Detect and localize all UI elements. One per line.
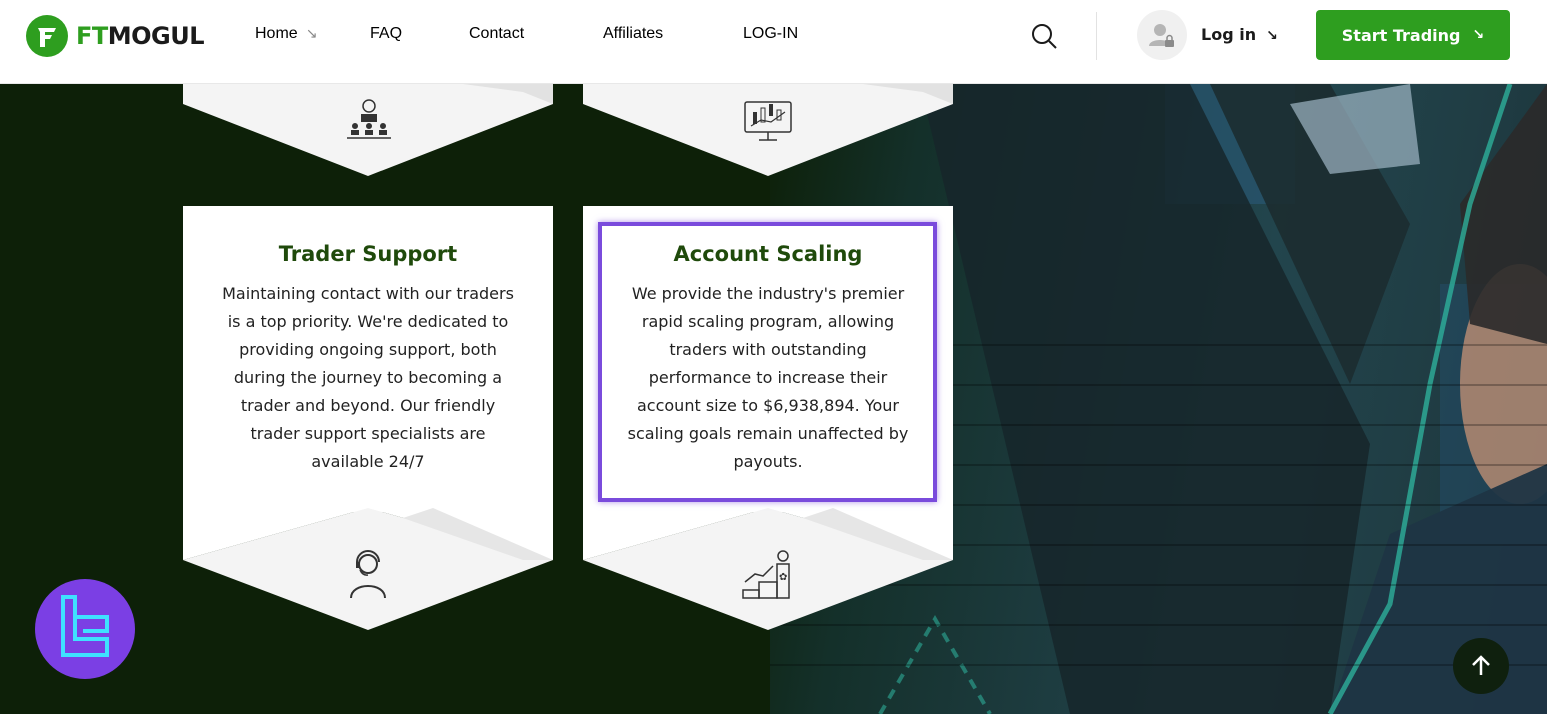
arrow-up-icon bbox=[1472, 655, 1490, 675]
card-top-left-partial bbox=[183, 84, 553, 181]
logo-mogul-text: MOGUL bbox=[107, 22, 205, 50]
audience-presenter-icon bbox=[345, 96, 393, 149]
svg-text:✿: ✿ bbox=[779, 572, 787, 583]
card-body-line: available 24/7 bbox=[311, 452, 425, 471]
trading-monitor-icon bbox=[741, 94, 795, 153]
card-title: Trader Support bbox=[278, 242, 458, 266]
headset-user-icon bbox=[343, 548, 393, 605]
logo-wordmark: FTMOGUL bbox=[76, 22, 205, 50]
logo-ft-text: FT bbox=[76, 22, 108, 50]
arrow-down-right-icon: ↘ bbox=[1266, 28, 1278, 44]
card-body: Maintaining contact with our traders is … bbox=[183, 280, 553, 476]
nav-contact[interactable]: Contact bbox=[469, 25, 524, 43]
nav-home[interactable]: Home ↘ bbox=[255, 25, 317, 43]
card-top-right-partial bbox=[583, 84, 953, 181]
nav-faq[interactable]: FAQ bbox=[370, 25, 402, 43]
nav-home-label: Home bbox=[255, 25, 298, 42]
login-label: Log in bbox=[1201, 25, 1257, 44]
card-body-line: trader and beyond. Our friendly bbox=[240, 396, 496, 415]
card-trader-support: Trader Support Maintaining contact with … bbox=[183, 206, 553, 512]
card-body-line: providing ongoing support, both bbox=[239, 340, 497, 359]
site-header: FTMOGUL Home ↘ FAQ Contact Affiliates LOG… bbox=[0, 0, 1547, 84]
floating-logo-badge-icon[interactable] bbox=[35, 579, 135, 679]
header-divider bbox=[1096, 12, 1097, 60]
card-trader-support-icon-area bbox=[183, 508, 553, 635]
arrow-down-right-icon: ↘ bbox=[305, 25, 318, 41]
card-body-line: during the journey to becoming a bbox=[233, 368, 503, 387]
card-body-line: is a top priority. We're dedicated to bbox=[227, 312, 509, 331]
brand-logo[interactable]: FTMOGUL bbox=[26, 14, 205, 58]
card-account-scaling-icon-area: ✿ bbox=[583, 508, 953, 635]
start-trading-button[interactable]: Start Trading ↘ bbox=[1316, 10, 1510, 60]
logo-mark-icon bbox=[26, 15, 68, 57]
search-icon[interactable] bbox=[1030, 22, 1058, 50]
start-trading-label: Start Trading bbox=[1341, 25, 1461, 45]
nav-affiliates[interactable]: Affiliates bbox=[603, 25, 663, 43]
nav-login-link[interactable]: LOG-IN bbox=[743, 25, 798, 43]
card-body-line: trader support specialists are bbox=[250, 424, 486, 443]
growth-podium-icon: ✿ bbox=[741, 548, 795, 607]
user-avatar-icon[interactable] bbox=[1137, 10, 1187, 60]
scroll-to-top-button[interactable] bbox=[1453, 638, 1509, 694]
card-body-line: Maintaining contact with our traders bbox=[222, 284, 514, 303]
arrow-down-right-icon: ↘ bbox=[1472, 27, 1485, 43]
highlight-annotation-box bbox=[598, 222, 937, 502]
login-button[interactable]: Log in ↘ bbox=[1201, 25, 1278, 44]
